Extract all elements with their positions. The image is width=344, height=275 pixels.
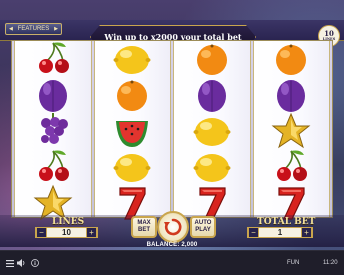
reel-2 (93, 41, 171, 220)
max-bet-button[interactable]: MAX BET (131, 216, 157, 238)
features-button[interactable]: ◀ FEATURES ▶ (5, 23, 62, 35)
orange-icon (269, 41, 313, 77)
balance-text: BALANCE: 2,000 (146, 242, 198, 248)
total-bet-value: 1 (277, 228, 283, 237)
lines-value: 10 (62, 228, 71, 237)
cherries-icon (31, 41, 75, 77)
menu-icon[interactable] (5, 259, 14, 268)
lines-title: LINES (52, 217, 85, 227)
plum-icon (190, 77, 234, 113)
mode-label: FUN (287, 260, 300, 266)
plum-icon (31, 77, 75, 113)
lemon-icon (190, 113, 234, 149)
auto-play-label-line2: PLAY (195, 227, 211, 233)
spin-button[interactable] (157, 211, 189, 243)
reel-1 (14, 41, 92, 221)
cherries-icon (269, 149, 313, 185)
lines-badge-number: 10 (324, 29, 334, 38)
total-bet-plus-button[interactable]: + (301, 226, 312, 238)
total-bet-title: TOTAL BET (257, 217, 316, 227)
lemon-icon (110, 149, 154, 185)
triangle-left-icon: ◀ (9, 26, 13, 32)
clock: 11:20 (323, 260, 338, 266)
lines-minus-button[interactable]: − (36, 226, 47, 238)
grapes-icon (31, 113, 75, 149)
spin-icon (164, 218, 182, 236)
star-icon (269, 112, 313, 149)
auto-play-button[interactable]: AUTO PLAY (190, 216, 216, 238)
max-bet-label-line1: MAX (137, 220, 151, 226)
auto-play-label-line1: AUTO (194, 220, 212, 226)
info-icon[interactable] (30, 259, 39, 268)
lemon-icon (190, 149, 234, 185)
orange-icon (190, 41, 234, 77)
lemon-icon (110, 41, 154, 77)
triangle-right-icon: ▶ (54, 26, 58, 32)
total-bet-stepper: − 1 + (247, 226, 313, 238)
cherries-icon (31, 149, 75, 185)
reel-3 (173, 41, 251, 220)
sound-icon[interactable] (17, 259, 26, 268)
orange-icon (110, 77, 154, 113)
reel-area (11, 40, 333, 221)
total-bet-minus-button[interactable]: − (248, 226, 259, 238)
features-label: FEATURES (17, 26, 50, 32)
lines-stepper: − 10 + (35, 226, 98, 238)
lines-plus-button[interactable]: + (86, 226, 97, 238)
watermelon-icon (110, 113, 154, 149)
footer-bar: FUN 11:20 (0, 250, 344, 275)
reel-4 (252, 41, 330, 220)
plum-icon (269, 77, 313, 113)
max-bet-label-line2: BET (138, 227, 150, 233)
